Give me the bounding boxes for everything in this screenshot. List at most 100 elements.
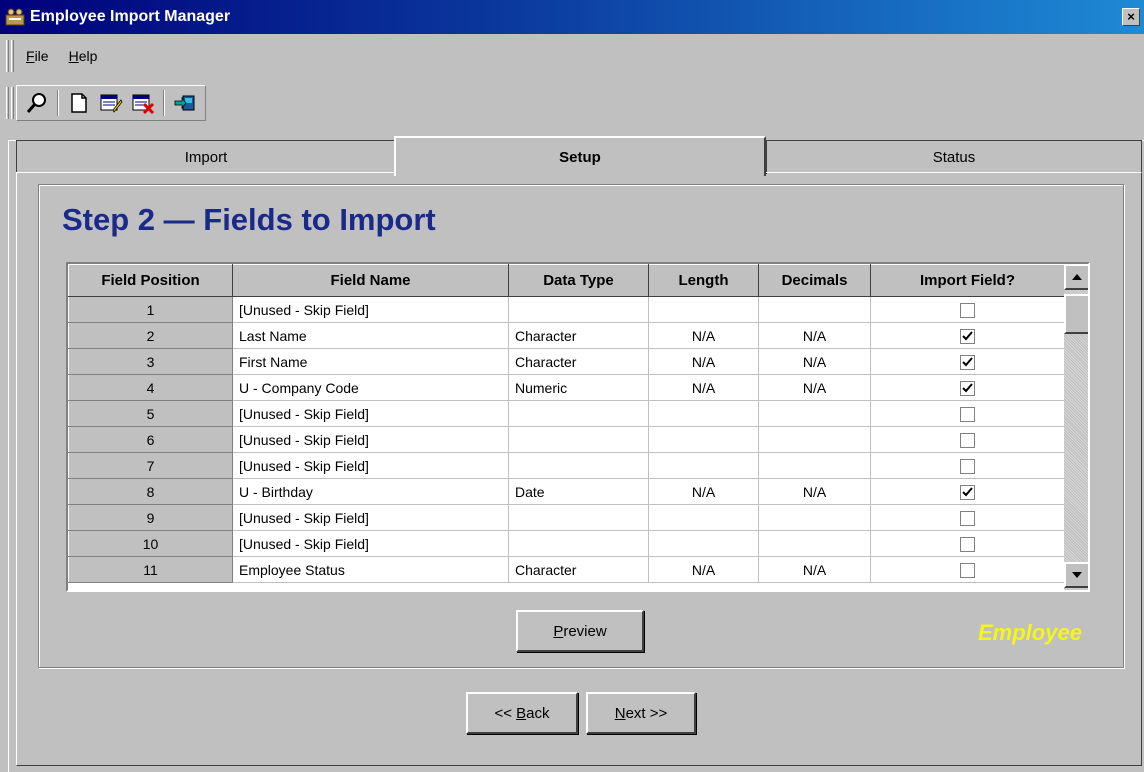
cell-data-type[interactable] xyxy=(508,426,649,453)
import-field-checkbox[interactable] xyxy=(960,562,975,578)
table-row[interactable]: 11 Employee Status Character N/A N/A xyxy=(68,556,1065,583)
cell-field-position[interactable]: 7 xyxy=(68,452,233,479)
col-header-decimals[interactable]: Decimals xyxy=(758,264,871,297)
scroll-up-button[interactable] xyxy=(1064,264,1088,290)
table-row[interactable]: 2 Last Name Character N/A N/A xyxy=(68,322,1065,349)
cell-field-name[interactable]: U - Company Code xyxy=(232,374,509,401)
cell-data-type[interactable] xyxy=(508,400,649,427)
import-field-checkbox[interactable] xyxy=(960,406,975,422)
cell-field-name[interactable]: U - Birthday xyxy=(232,478,509,505)
cell-field-name[interactable]: Employee Status xyxy=(232,556,509,583)
cell-field-name[interactable]: [Unused - Skip Field] xyxy=(232,426,509,453)
cell-field-position[interactable]: 3 xyxy=(68,348,233,375)
cell-length[interactable] xyxy=(648,426,759,453)
tab-status[interactable]: Status xyxy=(766,140,1142,174)
import-field-checkbox[interactable] xyxy=(960,458,975,474)
fields-grid[interactable]: Field Position Field Name Data Type Leng… xyxy=(66,262,1090,592)
cell-data-type[interactable] xyxy=(508,504,649,531)
edit-list-icon[interactable] xyxy=(97,89,125,117)
cell-length[interactable] xyxy=(648,530,759,557)
import-field-checkbox[interactable] xyxy=(960,510,975,526)
col-header-field-name[interactable]: Field Name xyxy=(232,264,509,297)
table-row[interactable]: 6 [Unused - Skip Field] xyxy=(68,426,1065,453)
cell-decimals[interactable] xyxy=(758,530,871,557)
import-field-checkbox[interactable] xyxy=(960,354,975,370)
cell-data-type[interactable] xyxy=(508,530,649,557)
cell-decimals[interactable]: N/A xyxy=(758,374,871,401)
cell-field-position[interactable]: 6 xyxy=(68,426,233,453)
col-header-data-type[interactable]: Data Type xyxy=(508,264,649,297)
search-icon[interactable] xyxy=(23,89,51,117)
menu-help[interactable]: Help xyxy=(59,48,108,64)
cell-length[interactable] xyxy=(648,504,759,531)
cell-field-position[interactable]: 11 xyxy=(68,556,233,583)
menubar-grip[interactable] xyxy=(6,40,9,72)
cell-decimals[interactable] xyxy=(758,504,871,531)
cell-field-name[interactable]: [Unused - Skip Field] xyxy=(232,530,509,557)
cell-field-position[interactable]: 5 xyxy=(68,400,233,427)
next-button[interactable]: Next >> xyxy=(586,692,696,734)
cell-data-type[interactable]: Character xyxy=(508,322,649,349)
col-header-import-field[interactable]: Import Field? xyxy=(870,264,1065,297)
import-field-checkbox[interactable] xyxy=(960,536,975,552)
cell-data-type[interactable]: Character xyxy=(508,556,649,583)
table-row[interactable]: 4U - Company Code Numeric N/A N/A xyxy=(68,374,1065,401)
close-button[interactable]: × xyxy=(1122,8,1140,26)
preview-button[interactable]: Preview xyxy=(516,610,644,652)
menubar-grip-2[interactable] xyxy=(11,40,14,72)
new-document-icon[interactable] xyxy=(65,89,93,117)
table-row[interactable]: 10 [Unused - Skip Field] xyxy=(68,530,1065,557)
import-field-checkbox[interactable] xyxy=(960,302,975,318)
import-field-checkbox[interactable] xyxy=(960,432,975,448)
table-row[interactable]: 9 [Unused - Skip Field] xyxy=(68,504,1065,531)
cell-length[interactable]: N/A xyxy=(648,374,759,401)
cell-length[interactable] xyxy=(648,296,759,323)
import-field-checkbox[interactable] xyxy=(960,380,975,396)
cell-decimals[interactable] xyxy=(758,426,871,453)
cell-field-position[interactable]: 2 xyxy=(68,322,233,349)
cell-data-type[interactable]: Numeric xyxy=(508,374,649,401)
cell-field-name[interactable]: First Name xyxy=(232,348,509,375)
cell-data-type[interactable] xyxy=(508,296,649,323)
scroll-down-button[interactable] xyxy=(1064,562,1088,588)
menu-file[interactable]: File xyxy=(16,48,59,64)
cell-length[interactable]: N/A xyxy=(648,322,759,349)
table-row[interactable]: 3 First Name Character N/A N/A xyxy=(68,348,1065,375)
cell-field-name[interactable]: [Unused - Skip Field] xyxy=(232,504,509,531)
table-row[interactable]: 7 [Unused - Skip Field] xyxy=(68,452,1065,479)
back-button[interactable]: << Back xyxy=(466,692,578,734)
tab-import[interactable]: Import xyxy=(16,140,396,174)
cell-length[interactable] xyxy=(648,452,759,479)
import-field-checkbox[interactable] xyxy=(960,484,975,500)
table-row[interactable]: 1 [Unused - Skip Field] xyxy=(68,296,1065,323)
cell-decimals[interactable] xyxy=(758,452,871,479)
toolbar-grip-2[interactable] xyxy=(11,87,14,119)
cell-decimals[interactable] xyxy=(758,400,871,427)
cell-decimals[interactable] xyxy=(758,296,871,323)
scroll-thumb[interactable] xyxy=(1064,294,1088,334)
cell-field-position[interactable]: 9 xyxy=(68,504,233,531)
cell-field-position[interactable]: 10 xyxy=(68,530,233,557)
col-header-field-position[interactable]: Field Position xyxy=(68,264,233,297)
cell-length[interactable]: N/A xyxy=(648,556,759,583)
col-header-length[interactable]: Length xyxy=(648,264,759,297)
cell-data-type[interactable]: Date xyxy=(508,478,649,505)
cell-data-type[interactable]: Character xyxy=(508,348,649,375)
table-row[interactable]: 5 [Unused - Skip Field] xyxy=(68,400,1065,427)
cell-field-position[interactable]: 1 xyxy=(68,296,233,323)
grid-vertical-scrollbar[interactable] xyxy=(1064,264,1088,590)
import-field-checkbox[interactable] xyxy=(960,328,975,344)
cell-length[interactable] xyxy=(648,400,759,427)
tab-setup[interactable]: Setup xyxy=(394,136,766,176)
cell-length[interactable]: N/A xyxy=(648,478,759,505)
cell-length[interactable]: N/A xyxy=(648,348,759,375)
cell-field-name[interactable]: Last Name xyxy=(232,322,509,349)
cell-decimals[interactable]: N/A xyxy=(758,478,871,505)
cell-field-name[interactable]: [Unused - Skip Field] xyxy=(232,296,509,323)
export-icon[interactable] xyxy=(171,89,199,117)
cell-field-position[interactable]: 4 xyxy=(68,374,233,401)
cell-decimals[interactable]: N/A xyxy=(758,322,871,349)
cell-field-position[interactable]: 8 xyxy=(68,478,233,505)
cell-field-name[interactable]: [Unused - Skip Field] xyxy=(232,452,509,479)
cell-data-type[interactable] xyxy=(508,452,649,479)
